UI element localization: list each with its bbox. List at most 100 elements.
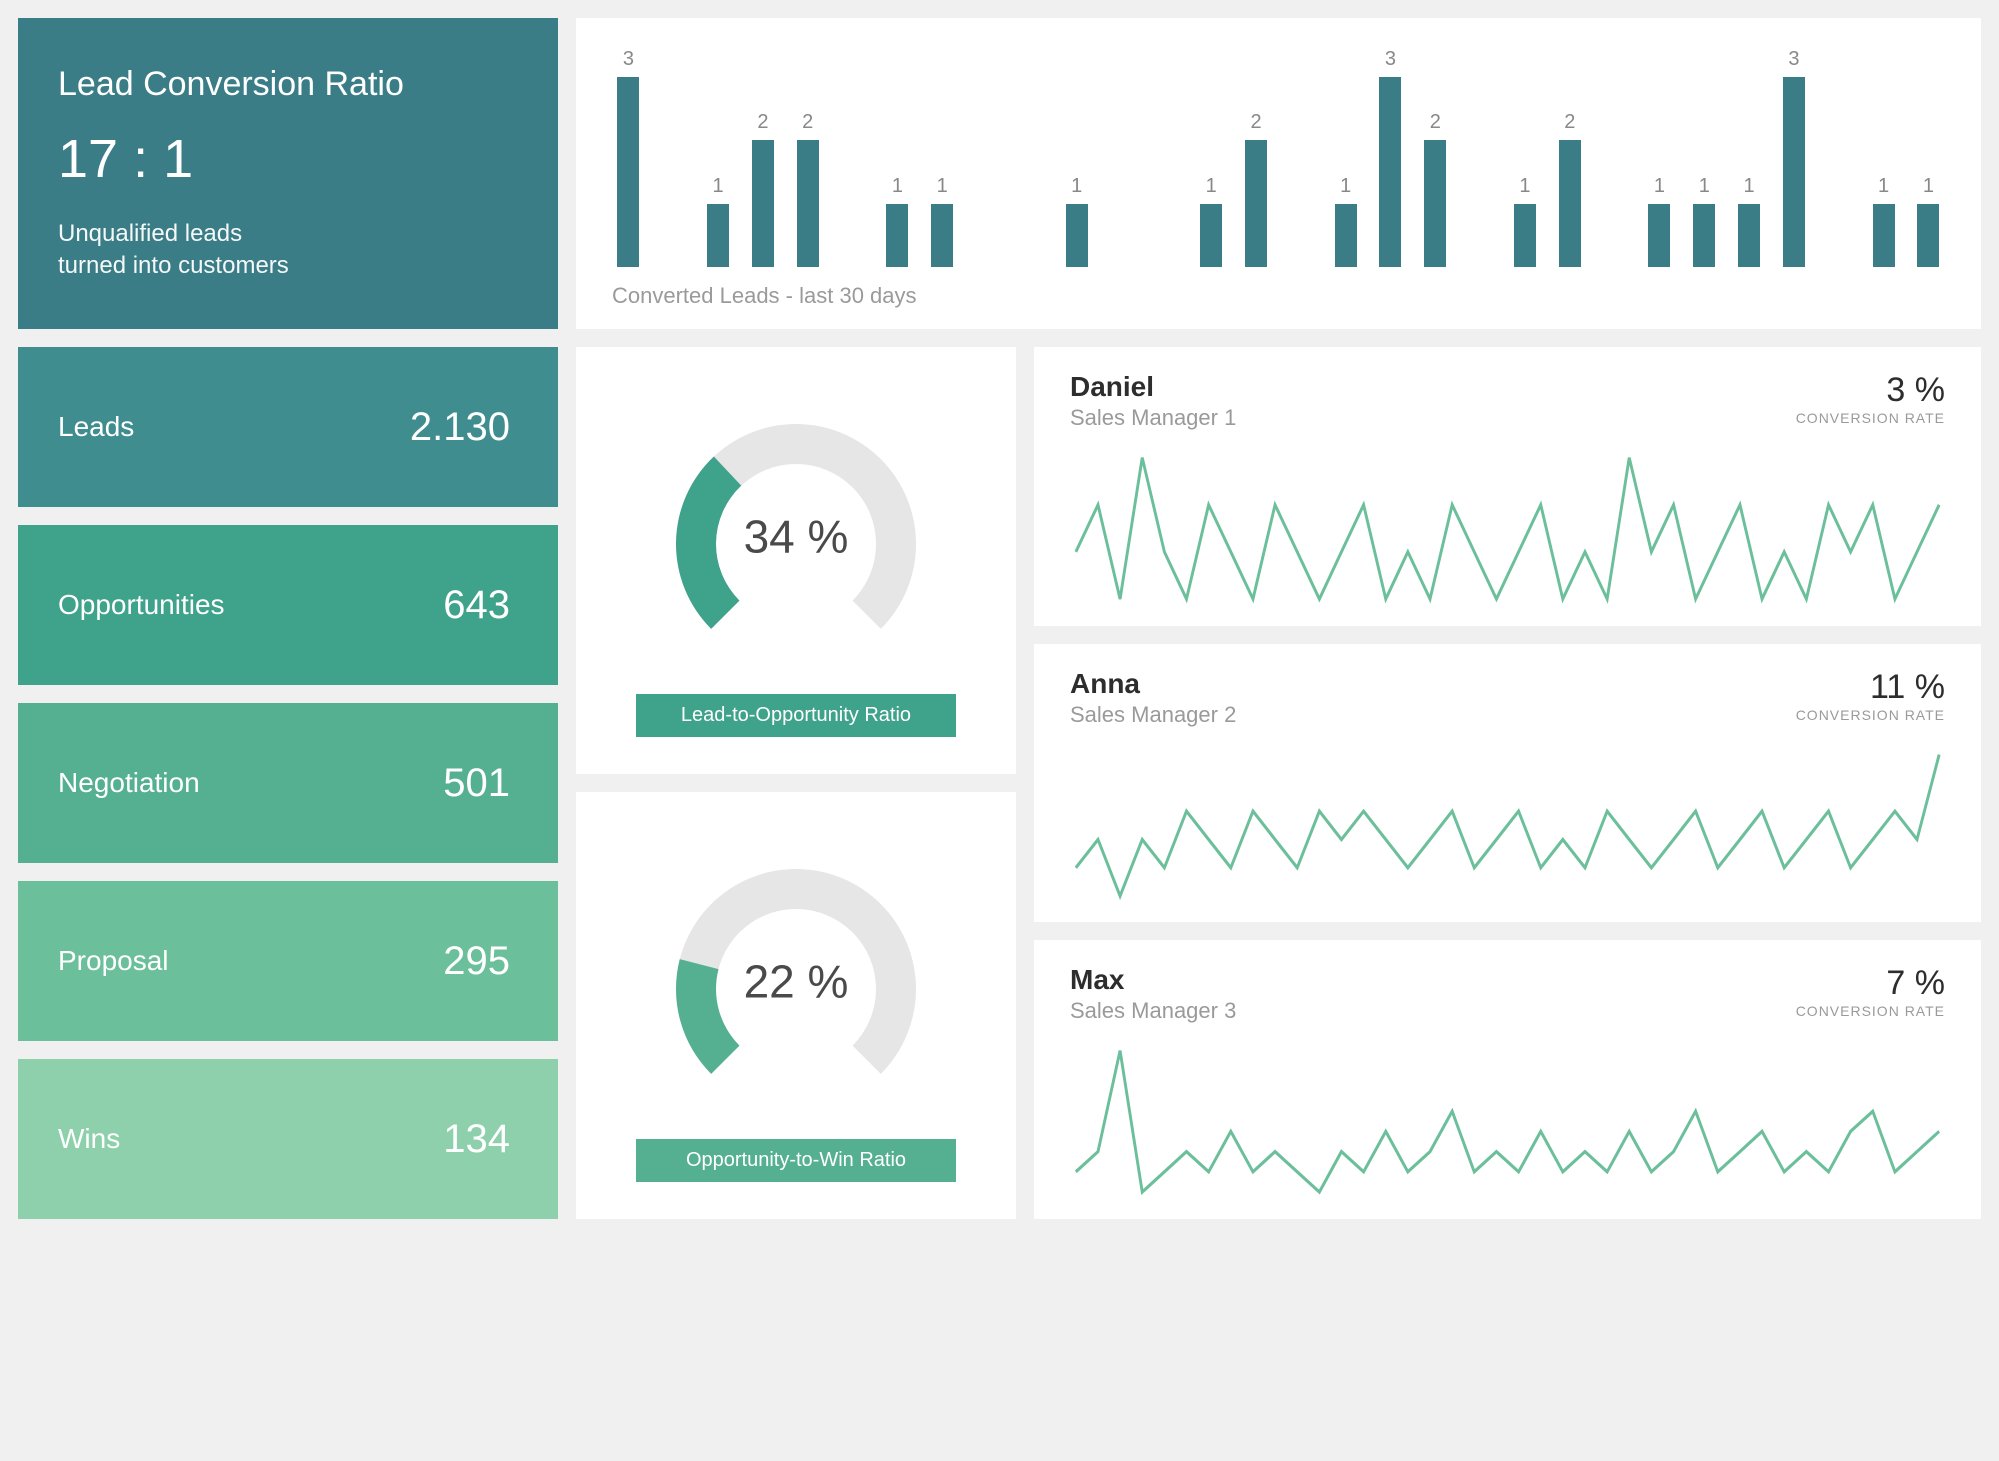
- funnel-stage-value: 134: [443, 1117, 510, 1162]
- bar-rect: [1424, 140, 1446, 267]
- bar-value-label: 2: [757, 111, 768, 134]
- funnel-stage-value: 501: [443, 761, 510, 806]
- person-card-anna: AnnaSales Manager 211 %CONVERSION RATE: [1034, 644, 1981, 923]
- bar-slot: 1: [1912, 48, 1945, 267]
- bar-slot: 1: [1643, 48, 1676, 267]
- person-sparkline: [1070, 748, 1945, 903]
- dashboard: Lead Conversion Ratio 17 : 1 Unqualified…: [18, 18, 1981, 1219]
- bar-rect: [1066, 204, 1088, 267]
- bar-value-label: 2: [1250, 111, 1261, 134]
- funnel-stage-opportunities: Opportunities 643: [18, 525, 558, 685]
- bar-value-label: 1: [1519, 175, 1530, 198]
- bar-slot: 3: [612, 48, 645, 267]
- person-role: Sales Manager 3: [1070, 998, 1236, 1024]
- bar-slot: [1284, 48, 1317, 267]
- bar-rect: [1873, 204, 1895, 267]
- bar-value-label: 2: [802, 111, 813, 134]
- bar-slot: 1: [702, 48, 735, 267]
- gauge-value: 34 %: [744, 510, 849, 564]
- bar-slot: [836, 48, 869, 267]
- converted-leads-bar-chart: 31221111213212111311: [612, 48, 1945, 267]
- bar-slot: 2: [791, 48, 824, 267]
- bar-rect: [1917, 204, 1939, 267]
- funnel-stage-label: Proposal: [58, 945, 169, 977]
- funnel-stage-wins: Wins 134: [18, 1059, 558, 1219]
- funnel-stage-value: 2.130: [410, 405, 510, 450]
- gauge: 22 %: [646, 829, 946, 1129]
- person-rate-value: 3 %: [1796, 371, 1945, 410]
- person-sparkline: [1070, 451, 1945, 606]
- bar-value-label: 2: [1430, 111, 1441, 134]
- bar-slot: 1: [926, 48, 959, 267]
- bar-value-label: 1: [1654, 175, 1665, 198]
- person-header: MaxSales Manager 37 %CONVERSION RATE: [1070, 964, 1945, 1024]
- bar-rect: [1783, 77, 1805, 267]
- bar-slot: 3: [1778, 48, 1811, 267]
- person-header: AnnaSales Manager 211 %CONVERSION RATE: [1070, 668, 1945, 728]
- gauge-caption: Opportunity-to-Win Ratio: [636, 1139, 956, 1182]
- gauge-caption: Lead-to-Opportunity Ratio: [636, 694, 956, 737]
- bar-slot: [1822, 48, 1855, 267]
- bar-value-label: 1: [1699, 175, 1710, 198]
- bar-value-label: 3: [623, 48, 634, 71]
- bar-slot: [1105, 48, 1138, 267]
- bar-slot: [1015, 48, 1048, 267]
- bar-rect: [1738, 204, 1760, 267]
- right-body: 34 % Lead-to-Opportunity Ratio 22 % Opportu…: [576, 347, 1981, 1219]
- gauge-card: 34 % Lead-to-Opportunity Ratio: [576, 347, 1016, 774]
- bar-rect: [1379, 77, 1401, 267]
- funnel-stage-negotiation: Negotiation501: [18, 703, 558, 863]
- bar-slot: 2: [1419, 48, 1452, 267]
- lead-conversion-title: Lead Conversion Ratio: [58, 65, 518, 104]
- gauge-column: 34 % Lead-to-Opportunity Ratio 22 % Opportu…: [576, 347, 1016, 1219]
- bar-rect: [1648, 204, 1670, 267]
- bar-rect: [1245, 140, 1267, 267]
- person-card-daniel: DanielSales Manager 1 3 %CONVERSION RATE: [1034, 347, 1981, 626]
- funnel-column: Leads2.130 Opportunities 643 Negotiation501…: [18, 347, 558, 1219]
- bar-slot: 2: [1240, 48, 1273, 267]
- person-name: Daniel: [1070, 371, 1236, 403]
- gauge: 34 %: [646, 384, 946, 684]
- person-rate-label: CONVERSION RATE: [1796, 410, 1945, 426]
- bar-rect: [1693, 204, 1715, 267]
- bar-rect: [797, 140, 819, 267]
- funnel-stage-value: 643: [443, 583, 510, 628]
- bar-value-label: 1: [1206, 175, 1217, 198]
- people-column: DanielSales Manager 13 %CONVERSION RATEA…: [1034, 347, 1981, 1219]
- bar-slot: 1: [1060, 48, 1093, 267]
- bar-value-label: 1: [1878, 175, 1889, 198]
- funnel-stage-value: 295: [443, 939, 510, 984]
- person-sparkline: [1070, 1044, 1945, 1199]
- person-role: Sales Manager 2: [1070, 702, 1236, 728]
- bar-slot: 2: [1553, 48, 1586, 267]
- bar-rect: [1559, 140, 1581, 267]
- bar-rect: [752, 140, 774, 267]
- bar-slot: 1: [1733, 48, 1766, 267]
- person-role: Sales Manager 1: [1070, 405, 1236, 431]
- person-rate-value: 11 %: [1796, 668, 1945, 707]
- bar-value-label: 1: [1744, 175, 1755, 198]
- bar-rect: [886, 204, 908, 267]
- bar-value-label: 1: [713, 175, 724, 198]
- bar-value-label: 1: [892, 175, 903, 198]
- bar-slot: 1: [881, 48, 914, 267]
- bar-rect: [617, 77, 639, 267]
- bar-slot: 1: [1329, 48, 1362, 267]
- lead-conversion-ratio-value: 17 : 1: [58, 128, 518, 190]
- person-rate-label: CONVERSION RATE: [1796, 707, 1945, 723]
- bar-value-label: 1: [1071, 175, 1082, 198]
- person-header: DanielSales Manager 1 3 %CONVERSION RATE: [1070, 371, 1945, 431]
- bar-rect: [931, 204, 953, 267]
- converted-leads-bar-card: 31221111213212111311 Converted Leads - l…: [576, 18, 1981, 329]
- bar-slot: 1: [1195, 48, 1228, 267]
- person-rate-label: CONVERSION RATE: [1796, 1003, 1945, 1019]
- funnel-stage-leads: Leads2.130: [18, 347, 558, 507]
- gauge-value: 22 %: [744, 955, 849, 1009]
- bar-slot: 2: [746, 48, 779, 267]
- funnel-stage-label: Wins: [58, 1123, 120, 1155]
- person-card-max: MaxSales Manager 37 %CONVERSION RATE: [1034, 940, 1981, 1219]
- bar-slot: [1150, 48, 1183, 267]
- lead-conversion-subtitle: Unqualified leads turned into customers: [58, 218, 518, 283]
- funnel-stage-label: Opportunities: [58, 589, 225, 621]
- bar-rect: [1335, 204, 1357, 267]
